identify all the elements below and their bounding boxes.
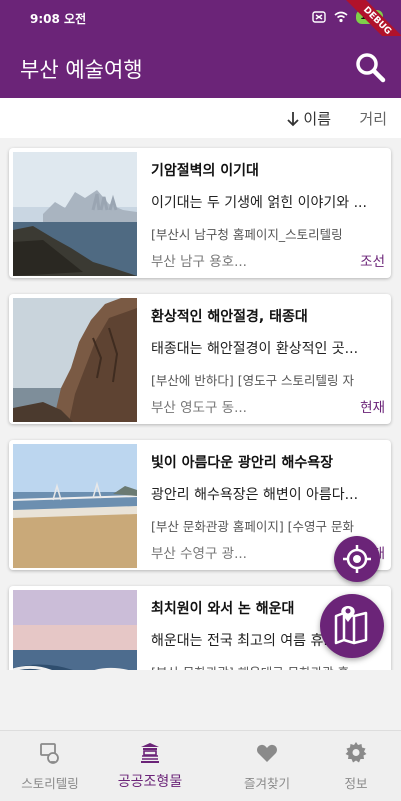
thumbnail-image xyxy=(13,590,137,670)
nav-label: 즐겨찾기 xyxy=(243,776,290,791)
app-bar: 부산 예술여행 xyxy=(0,36,401,98)
nav-label: 정보 xyxy=(344,776,368,791)
nav-item-storytelling[interactable]: 스토리텔링 xyxy=(0,731,100,801)
wifi-icon xyxy=(334,11,348,23)
card-title: 기암절벽의 이기대 xyxy=(151,163,259,179)
card-era-tag: 현재 xyxy=(360,400,385,416)
card-source: [부산에 반하다] [영도구 스토리텔링 자 xyxy=(151,373,355,388)
thumbnail-image xyxy=(13,298,137,422)
card-source: [부산 문화관광] 해운대구 문화관광 홈 xyxy=(151,662,385,670)
search-icon[interactable] xyxy=(353,50,387,84)
my-location-button[interactable] xyxy=(334,536,380,582)
sort-by-distance-button[interactable]: 거리 xyxy=(359,108,387,129)
card-title: 최치원이 와서 논 해운대 xyxy=(151,601,295,617)
bottom-navigation: 스토리텔링 공공조형물 즐겨찾기 정보 xyxy=(0,730,401,801)
map-view-button[interactable] xyxy=(320,594,384,658)
nav-item-info[interactable]: 정보 xyxy=(306,731,401,801)
thumbnail-image xyxy=(13,152,137,276)
thumbnail-image xyxy=(13,444,137,568)
card-description: 광안리 해수욕장은 해변이 아름다... xyxy=(151,487,359,503)
sort-bar: 이름 거리 xyxy=(0,98,401,138)
status-bar: 9:08 오전 100 DEBUG xyxy=(0,0,401,62)
card-address: 부산 남구 용호... xyxy=(151,254,247,270)
card-address: 부산 수영구 광... xyxy=(151,546,247,562)
card-description: 이기대는 두 기생에 얽힌 이야기와 ... xyxy=(151,195,367,211)
nav-item-public-sculpture[interactable]: 공공조형물 xyxy=(100,731,200,801)
list-item[interactable]: 기암절벽의 이기대 이기대는 두 기생에 얽힌 이야기와 ... [부산시 남구… xyxy=(9,148,391,278)
arrow-down-icon xyxy=(287,111,300,126)
place-list[interactable]: 기암절벽의 이기대 이기대는 두 기생에 얽힌 이야기와 ... [부산시 남구… xyxy=(0,138,401,670)
list-item[interactable]: 환상적인 해안절경, 태종대 태종대는 해안절경이 환상적인 곳... [부산에… xyxy=(9,294,391,424)
card-title: 빛이 아름다운 광안리 해수욕장 xyxy=(151,455,334,471)
card-title: 환상적인 해안절경, 태종대 xyxy=(151,309,308,325)
card-era-tag: 조선 xyxy=(360,254,385,270)
nav-label: 공공조형물 xyxy=(117,774,183,790)
page-title: 부산 예술여행 xyxy=(20,58,143,82)
heart-icon xyxy=(257,744,277,762)
nav-item-favorites[interactable]: 즐겨찾기 xyxy=(217,731,317,801)
card-address: 부산 영도구 동... xyxy=(151,400,247,416)
status-time: 9:08 오전 xyxy=(30,12,87,26)
gear-icon xyxy=(345,742,367,763)
sculpture-icon xyxy=(141,743,159,763)
gps-target-icon xyxy=(343,545,371,573)
sort-by-name-button[interactable]: 이름 xyxy=(285,108,331,129)
card-source: [부산시 남구청 홈페이지_스토리텔링 xyxy=(151,227,343,242)
nav-label: 스토리텔링 xyxy=(21,776,79,791)
map-icon xyxy=(334,606,368,645)
card-description: 태종대는 해안절경이 환상적인 곳... xyxy=(151,341,359,357)
storytelling-icon xyxy=(40,743,59,764)
notification-icon xyxy=(312,11,326,23)
sort-by-name-label: 이름 xyxy=(303,110,331,128)
card-source: [부산 문화관광 홈페이지] [수영구 문화 xyxy=(151,519,355,534)
